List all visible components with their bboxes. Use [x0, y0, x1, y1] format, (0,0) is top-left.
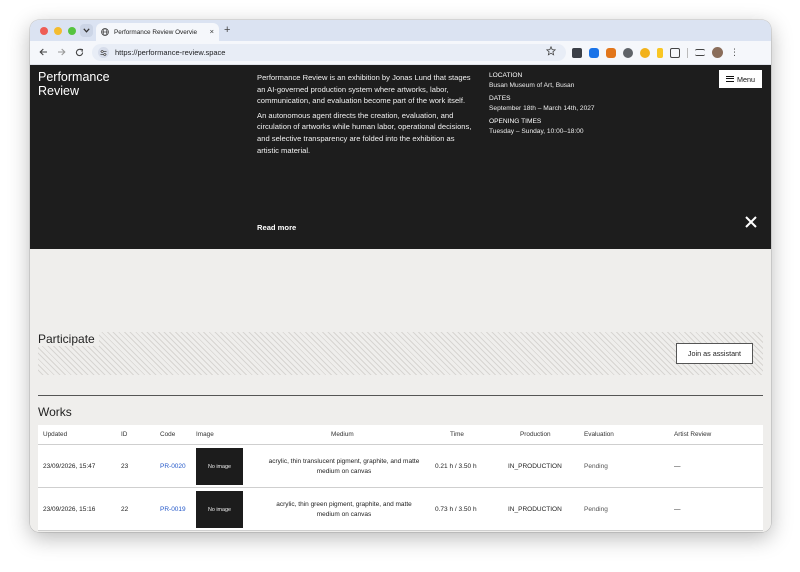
cell-artist-review: —: [674, 463, 681, 470]
toolbar-separator: [687, 47, 688, 58]
extensions-bar: ⋮: [572, 47, 739, 58]
close-icon[interactable]: [744, 215, 758, 229]
window-controls: [40, 27, 76, 35]
hamburger-icon: [726, 76, 734, 82]
chevron-down-icon: [83, 28, 90, 33]
cell-evaluation: Pending: [584, 506, 608, 513]
tab-active[interactable]: Performance Review Overvie ×: [96, 23, 219, 41]
maximize-window-button[interactable]: [68, 27, 76, 35]
column-header-id[interactable]: ID: [121, 431, 127, 438]
exhibition-info: LOCATION Busan Museum of Art, Busan DATE…: [489, 71, 669, 141]
column-header-time[interactable]: Time: [450, 431, 464, 438]
site-info-icon[interactable]: [98, 47, 109, 58]
extension-pin-icon[interactable]: [657, 47, 663, 58]
column-header-production[interactable]: Production: [520, 431, 551, 438]
desktop: Performance Review Overvie × + https://p…: [0, 0, 800, 572]
location-label: LOCATION: [489, 72, 523, 79]
section-divider: [38, 395, 763, 396]
column-header-image[interactable]: Image: [196, 431, 214, 438]
new-tab-button[interactable]: +: [224, 24, 230, 36]
cell-time: 0.21 h / 3.50 h: [435, 463, 477, 470]
artwork-thumbnail[interactable]: No image: [196, 448, 243, 485]
extensions-puzzle-icon[interactable]: [670, 47, 680, 58]
forward-button[interactable]: [55, 46, 67, 58]
column-header-updated[interactable]: Updated: [43, 431, 67, 438]
browser-window: Performance Review Overvie × + https://p…: [30, 20, 771, 532]
location-value: Busan Museum of Art, Busan: [489, 81, 575, 89]
cell-evaluation: Pending: [584, 463, 608, 470]
join-as-assistant-button[interactable]: Join as assistant: [676, 343, 753, 364]
cell-code-link[interactable]: PR-0020: [160, 463, 186, 470]
opening-times-value: Tuesday – Sunday, 10:00–18:00: [489, 127, 584, 135]
read-more-link[interactable]: Read more: [257, 223, 296, 232]
cell-medium: acrylic, thin green pigment, graphite, a…: [276, 501, 412, 518]
works-heading: Works: [38, 405, 72, 419]
back-button[interactable]: [37, 46, 49, 58]
cell-production: IN_PRODUCTION: [508, 463, 562, 470]
cell-time: 0.73 h / 3.50 h: [435, 506, 477, 513]
globe-icon: [101, 28, 109, 36]
no-image-label: No image: [207, 506, 232, 513]
no-image-label: No image: [207, 463, 232, 470]
tab-close-icon[interactable]: ×: [210, 28, 214, 36]
tab-search-button[interactable]: [80, 24, 93, 37]
tab-strip: Performance Review Overvie × +: [30, 20, 771, 41]
close-window-button[interactable]: [40, 27, 48, 35]
bookmark-star-icon[interactable]: [546, 46, 556, 56]
table-row[interactable]: 23/09/2026, 15:16 22 PR-0019 No image ac…: [38, 488, 763, 531]
cell-id: 23: [121, 463, 129, 470]
reading-list-icon[interactable]: [695, 49, 705, 56]
column-header-artist-review[interactable]: Artist Review: [674, 431, 711, 438]
description-paragraph-1: Performance Review is an exhibition by J…: [257, 73, 471, 106]
url-text: https://performance-review.space: [115, 48, 226, 57]
hero-section: Performance Review Performance Review is…: [30, 65, 771, 249]
reload-icon: [75, 48, 83, 56]
exhibition-description: Performance Review is an exhibition by J…: [257, 72, 475, 159]
web-page: Performance Review Performance Review is…: [30, 65, 771, 532]
participate-heading: Participate: [38, 332, 99, 346]
menu-label: Menu: [737, 74, 755, 84]
reload-button[interactable]: [73, 46, 85, 58]
cell-medium: acrylic, thin translucent pigment, graph…: [268, 458, 420, 475]
column-header-evaluation[interactable]: Evaluation: [584, 431, 614, 438]
table-row[interactable]: 23/09/2026, 15:47 23 PR-0020 No image ac…: [38, 445, 763, 488]
column-header-code[interactable]: Code: [160, 431, 175, 438]
table-header: Updated ID Code Image Medium Time Produc…: [38, 425, 763, 445]
cell-updated: 23/09/2026, 15:16: [43, 506, 96, 513]
opening-times-label: OPENING TIMES: [489, 118, 542, 126]
minimize-window-button[interactable]: [54, 27, 62, 35]
cell-production: IN_PRODUCTION: [508, 506, 562, 513]
menu-button[interactable]: Menu: [719, 70, 762, 88]
profile-avatar[interactable]: [712, 47, 723, 58]
arrow-left-icon: [38, 48, 47, 56]
artwork-thumbnail[interactable]: No image: [196, 491, 243, 528]
extension-grid-icon[interactable]: [572, 47, 582, 58]
description-paragraph-2: An autonomous agent directs the creation…: [257, 110, 472, 155]
tab-title: Performance Review Overvie: [114, 28, 198, 36]
site-title[interactable]: Performance Review: [38, 70, 138, 98]
cell-id: 22: [121, 506, 129, 513]
more-menu-icon[interactable]: ⋮: [730, 48, 739, 57]
extension-fox-icon[interactable]: [606, 47, 616, 58]
extension-face-icon[interactable]: [640, 47, 650, 58]
extension-lock-icon[interactable]: [623, 47, 633, 58]
browser-toolbar: https://performance-review.space ⋮: [30, 41, 771, 65]
address-bar[interactable]: https://performance-review.space: [92, 44, 566, 61]
dates-value: September 18th – March 14th, 2027: [489, 104, 595, 112]
extension-shield-icon[interactable]: [589, 47, 599, 58]
participate-section: Participate Join as assistant: [38, 332, 763, 375]
arrow-right-icon: [57, 48, 66, 56]
dates-label: DATES: [489, 95, 511, 103]
cell-artist-review: —: [674, 506, 681, 513]
cell-updated: 23/09/2026, 15:47: [43, 463, 96, 470]
cell-code-link[interactable]: PR-0019: [160, 506, 186, 513]
works-table: Updated ID Code Image Medium Time Produc…: [38, 425, 763, 531]
column-header-medium[interactable]: Medium: [331, 431, 354, 438]
